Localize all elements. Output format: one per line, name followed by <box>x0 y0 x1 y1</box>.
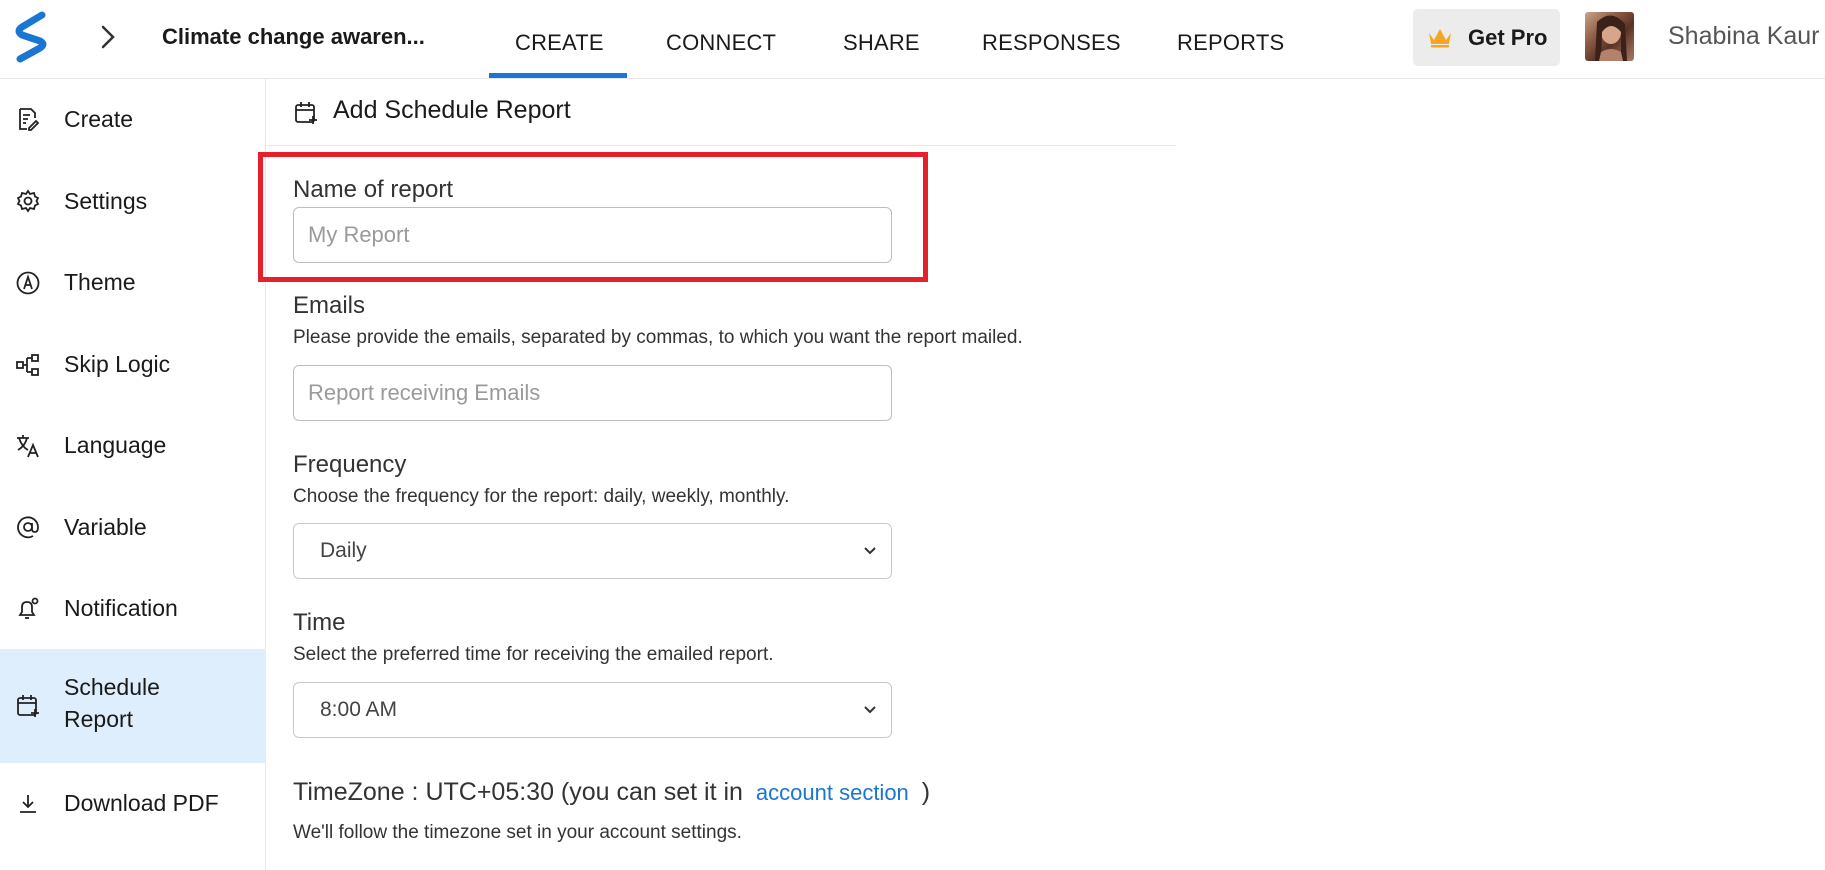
survey-title[interactable]: Climate change awaren... <box>162 24 425 50</box>
sidebar-item-label: Theme <box>64 269 136 295</box>
page-title: Add Schedule Report <box>333 96 571 124</box>
highlight-box <box>258 152 928 282</box>
tab-reports[interactable]: REPORTS <box>1177 30 1284 56</box>
frequency-select[interactable]: Daily <box>293 523 892 579</box>
sidebar-item-create[interactable]: Create <box>0 79 266 160</box>
calendar-add-icon <box>17 695 39 717</box>
tab-create[interactable]: CREATE <box>515 30 604 56</box>
avatar[interactable] <box>1585 12 1634 61</box>
tab-connect[interactable]: CONNECT <box>666 30 776 56</box>
at-sign-icon <box>17 516 39 539</box>
account-section-link[interactable]: account section <box>756 780 909 805</box>
sidebar-item-label: Notification <box>64 595 178 621</box>
sidebar-item-download-pdf[interactable]: Download PDF <box>0 763 266 844</box>
tab-responses[interactable]: RESPONSES <box>982 30 1121 56</box>
frequency-selected-value: Daily <box>320 539 367 562</box>
sidebar-item-notification[interactable]: Notification <box>0 568 266 649</box>
sidebar-item-label: Variable <box>64 514 147 540</box>
flow-icon <box>16 354 39 376</box>
timezone-text: TimeZone : UTC+05:30 (you can set it in <box>293 778 743 806</box>
sidebar-item-schedule-report[interactable]: Schedule Report <box>0 649 266 763</box>
chevron-right-icon[interactable] <box>96 22 120 52</box>
bell-icon <box>18 597 39 619</box>
time-selected-value: 8:00 AM <box>320 698 398 721</box>
sidebar-item-language[interactable]: Language <box>0 405 266 486</box>
time-select[interactable]: 8:00 AM <box>293 682 892 738</box>
sidebar-item-label: Create <box>64 106 134 132</box>
active-tab-indicator <box>489 73 627 78</box>
chevron-down-icon <box>864 547 876 555</box>
avatar-portrait-icon <box>1595 15 1627 61</box>
user-name[interactable]: Shabina Kaur <box>1668 22 1820 51</box>
sidebar-item-variable[interactable]: Variable <box>0 486 266 568</box>
app-logo-icon[interactable] <box>14 11 50 63</box>
tab-share[interactable]: SHARE <box>843 30 920 56</box>
time-help-text: Select the preferred time for receiving … <box>293 644 774 665</box>
get-pro-label: Get Pro <box>1468 25 1548 50</box>
header-divider <box>266 145 1176 146</box>
calendar-add-icon <box>295 102 317 124</box>
gear-icon <box>16 189 40 213</box>
chevron-down-icon <box>864 706 876 714</box>
frequency-help-text: Choose the frequency for the report: dai… <box>293 486 790 507</box>
sidebar-item-settings[interactable]: Settings <box>0 160 266 242</box>
time-label: Time <box>293 609 346 636</box>
crown-icon <box>1429 29 1451 48</box>
emails-help-text: Please provide the emails, separated by … <box>293 327 1023 348</box>
timezone-note: We'll follow the timezone set in your ac… <box>293 822 742 843</box>
top-bar: Climate change awaren... CREATE CONNECT … <box>0 0 1825 79</box>
sidebar-item-label: Skip Logic <box>64 351 171 377</box>
sidebar-item-theme[interactable]: Theme <box>0 242 266 323</box>
theme-icon <box>16 271 40 295</box>
emails-label: Emails <box>293 292 366 319</box>
sidebar-item-label: Schedule Report <box>64 674 160 732</box>
frequency-label: Frequency <box>293 451 407 478</box>
timezone-line: TimeZone : UTC+05:30 (you can set it in … <box>293 778 930 807</box>
edit-document-icon <box>19 108 40 131</box>
sidebar-item-skip-logic[interactable]: Skip Logic <box>0 323 266 405</box>
download-icon <box>20 795 36 813</box>
translate-icon <box>17 435 39 458</box>
sidebar-item-label: Language <box>64 432 167 458</box>
sidebar-item-label: Settings <box>64 188 148 214</box>
sidebar-item-label: Download PDF <box>64 790 219 816</box>
sidebar: Create Settings Theme Skip Logic Languag… <box>0 79 266 870</box>
emails-input[interactable] <box>293 365 892 421</box>
timezone-suffix: ) <box>921 778 931 806</box>
get-pro-button[interactable]: Get Pro <box>1413 9 1560 66</box>
